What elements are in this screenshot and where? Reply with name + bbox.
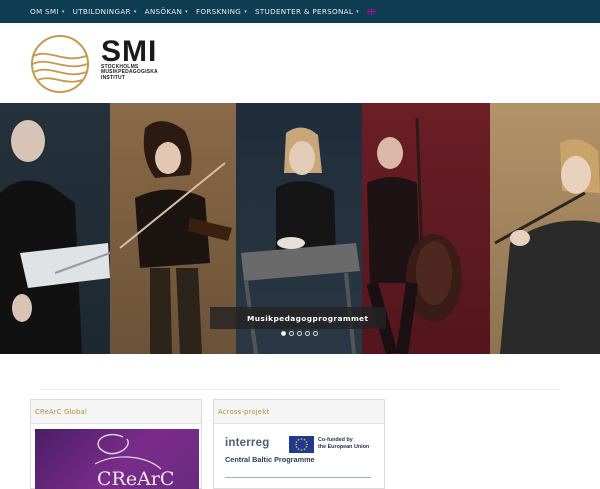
eu-text-line: the European Union <box>318 443 370 450</box>
card-heading: Across-projekt <box>214 400 384 424</box>
uk-flag-icon[interactable] <box>366 8 376 15</box>
hero-caption[interactable]: Musikpedagogprogrammet <box>210 307 386 329</box>
logo-title: SMI <box>101 35 158 68</box>
section-divider <box>40 389 560 390</box>
hero-caption-text: Musikpedagogprogrammet <box>247 313 369 323</box>
card-creare-global[interactable]: CReArC Global CReArC <box>30 399 202 489</box>
nav-item-label: FORSKNING <box>195 7 242 16</box>
nav-item-label: OM SMI <box>30 7 59 16</box>
nav-item-label: STUDENTER & PERSONAL <box>255 7 354 16</box>
chevron-down-icon: ▾ <box>133 8 137 15</box>
slider-dot[interactable] <box>305 331 310 336</box>
nav-item-forskning[interactable]: FORSKNING ▾ <box>196 7 247 16</box>
nav-item-studenter-personal[interactable]: STUDENTER & PERSONAL ▾ <box>255 7 359 16</box>
card-across-projekt[interactable]: Across-projekt interreg Co-funded by the… <box>213 399 385 489</box>
hero-photo-flutist <box>490 103 600 354</box>
card-image-text: CReArC <box>97 468 174 489</box>
card-heading-text: CReArC Global <box>35 407 87 416</box>
smi-logo-icon[interactable] <box>30 34 90 94</box>
card-heading-text: Across-projekt <box>218 407 270 416</box>
slider-dot[interactable] <box>289 331 294 336</box>
chevron-down-icon: ▾ <box>61 8 65 15</box>
hero-photo-guitarist <box>0 103 110 354</box>
site-header: SMI STOCKHOLMS MUSIKPEDAGOGISKA INSTITUT <box>0 23 600 103</box>
chevron-down-icon: ▾ <box>244 8 247 15</box>
eu-flag-icon <box>289 436 314 453</box>
nav-item-ansokan[interactable]: ANSÖKAN ▾ <box>145 7 188 16</box>
nav-item-label: UTBILDNINGAR <box>72 7 131 16</box>
interreg-logo: interreg <box>225 437 270 449</box>
nav-item-utbildningar[interactable]: UTBILDNINGAR ▾ <box>73 7 137 16</box>
chevron-down-icon: ▾ <box>185 8 188 15</box>
top-navigation: OM SMI ▾ UTBILDNINGAR ▾ ANSÖKAN ▾ FORSKN… <box>0 0 600 23</box>
chevron-down-icon: ▾ <box>356 8 359 15</box>
logo-wordmark[interactable]: SMI STOCKHOLMS MUSIKPEDAGOGISKA INSTITUT <box>101 35 158 81</box>
programme-name: Central Baltic Programme <box>225 455 315 464</box>
programme-underline <box>225 477 371 478</box>
slider-dot[interactable] <box>313 331 318 336</box>
card-heading: CReArC Global <box>31 400 201 424</box>
slider-pagination <box>281 331 318 336</box>
eu-cofunded-text: Co-funded by the European Union <box>318 437 369 450</box>
eu-text-line: Co-funded by <box>318 437 353 443</box>
nav-item-om-smi[interactable]: OM SMI ▾ <box>30 7 65 16</box>
nav-item-label: ANSÖKAN <box>144 7 183 16</box>
card-creare-image[interactable]: CReArC <box>35 429 199 489</box>
slider-dot[interactable] <box>297 331 302 336</box>
logo-subtitle-line: INSTITUT <box>101 74 126 81</box>
slider-dot[interactable] <box>281 331 286 336</box>
